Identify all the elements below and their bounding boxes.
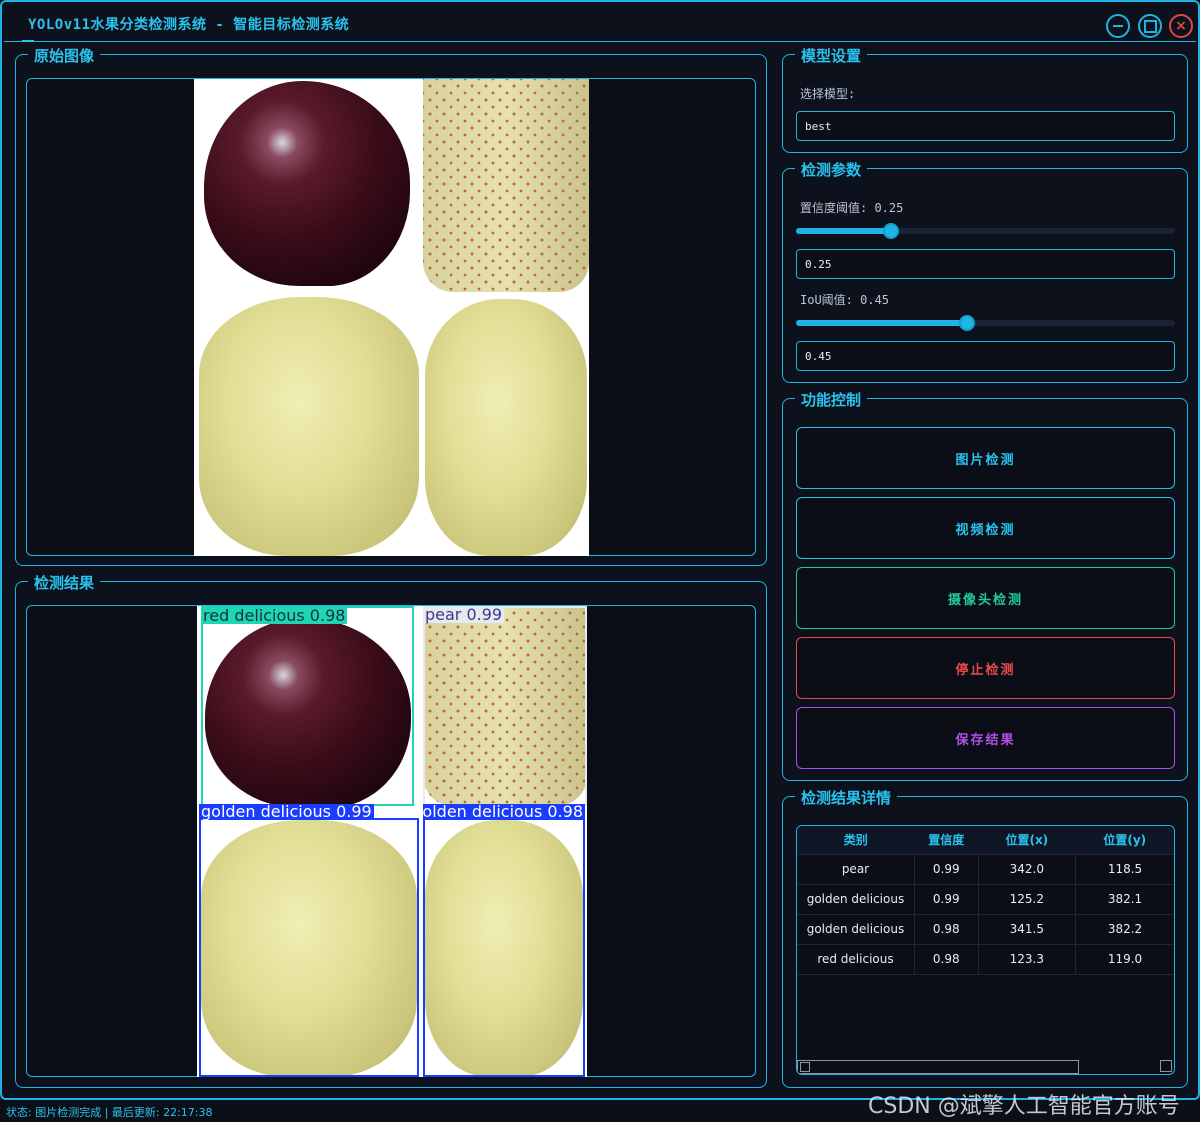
cell-confidence: 0.99 [914,884,979,915]
image-detect-button[interactable]: 图片检测 [796,427,1175,489]
detection-label-golden-2-text: golden delicious 0.98 [423,804,583,820]
detection-params-group: 检测参数 置信度阈值: 0.25 0.25 IoU阈值: 0.45 0.45 [782,159,1188,383]
table-row[interactable]: pear 0.99 342.0 118.5 [797,854,1174,885]
original-image [194,79,589,556]
table-row[interactable]: golden delicious 0.98 341.5 382.2 [797,914,1174,945]
save-result-button[interactable]: 保存结果 [796,707,1175,769]
confidence-input[interactable]: 0.25 [796,249,1175,279]
original-image-view [26,78,756,556]
confidence-slider-fill [796,228,891,234]
iou-input[interactable]: 0.45 [796,341,1175,371]
original-image-title: 原始图像 [28,45,101,66]
main-window: YOLOv11水果分类检测系统 - 智能目标检测系统 × 原始图像 检测结果 r… [0,0,1200,1100]
golden-apple-image-1 [199,297,419,556]
detection-params-title: 检测参数 [795,159,868,180]
stop-detect-button[interactable]: 停止检测 [796,637,1175,699]
maximize-button[interactable] [1138,14,1162,38]
minimize-button[interactable] [1106,14,1130,38]
result-image: red delicious 0.98 pear 0.99 golden deli… [197,606,587,1077]
detection-label-red-delicious: red delicious 0.98 [201,606,348,625]
cell-confidence: 0.98 [914,944,979,975]
title-accent [22,40,34,42]
function-control-title: 功能控制 [795,389,868,410]
confidence-slider[interactable] [796,223,1175,239]
function-control-group: 功能控制 图片检测 视频检测 摄像头检测 停止检测 保存结果 [782,389,1188,781]
watermark: CSDN @斌擎人工智能官方账号 [868,1094,1180,1119]
result-image-title: 检测结果 [28,572,101,593]
confidence-threshold-label: 置信度阈值: 0.25 [800,201,904,215]
cell-y: 118.5 [1075,854,1174,885]
detection-box-pear [423,606,587,806]
cell-x: 342.0 [978,854,1077,885]
detection-label-golden-2: golden delicious 0.98 [423,804,585,820]
original-image-group: 原始图像 [15,45,767,566]
result-image-view: red delicious 0.98 pear 0.99 golden deli… [26,605,756,1077]
scrollbar-handle[interactable] [800,1062,810,1072]
detection-box-red-delicious [201,606,414,806]
cell-x: 123.3 [978,944,1077,975]
detection-label-pear: pear 0.99 [423,606,505,624]
table-row[interactable]: golden delicious 0.99 125.2 382.1 [797,884,1174,915]
results-table: 类别 置信度 位置(x) 位置(y) pear 0.99 342.0 118.5… [797,826,1174,975]
result-image-group: 检测结果 red delicious 0.98 pear 0.99 golden… [15,572,767,1088]
cell-y: 119.0 [1075,944,1174,975]
camera-detect-button[interactable]: 摄像头检测 [796,567,1175,629]
detection-box-golden-1 [199,818,419,1077]
model-select[interactable]: best [796,111,1175,141]
detection-label-golden-1: golden delicious 0.99 [199,802,374,821]
cell-confidence: 0.99 [914,854,979,885]
table-header-row: 类别 置信度 位置(x) 位置(y) [797,826,1174,855]
column-header-class[interactable]: 类别 [797,826,915,855]
cell-x: 125.2 [978,884,1077,915]
confidence-slider-handle[interactable] [883,223,899,239]
column-header-y[interactable]: 位置(y) [1075,826,1174,855]
column-header-confidence[interactable]: 置信度 [914,826,979,855]
title-bar[interactable]: YOLOv11水果分类检测系统 - 智能目标检测系统 × [4,4,1196,42]
close-icon: × [1175,18,1187,34]
model-settings-title: 模型设置 [795,45,868,66]
cell-confidence: 0.98 [914,914,979,945]
iou-slider[interactable] [796,315,1175,331]
cell-y: 382.1 [1075,884,1174,915]
cell-x: 341.5 [978,914,1077,945]
scroll-corner [1160,1060,1172,1072]
select-model-label: 选择模型: [800,87,856,101]
cell-y: 382.2 [1075,914,1174,945]
iou-threshold-label: IoU阈值: 0.45 [800,293,890,307]
table-row[interactable]: red delicious 0.98 123.3 119.0 [797,944,1174,975]
pear-image [423,79,589,292]
detection-details-title: 检测结果详情 [795,787,898,808]
detection-box-golden-2 [423,818,585,1077]
cell-class: golden delicious [797,884,915,915]
cell-class: pear [797,854,915,885]
red-apple-image [204,81,410,286]
close-button[interactable]: × [1169,14,1193,38]
window-title: YOLOv11水果分类检测系统 - 智能目标检测系统 [28,17,350,33]
results-table-container[interactable]: 类别 置信度 位置(x) 位置(y) pear 0.99 342.0 118.5… [796,825,1175,1075]
cell-class: golden delicious [797,914,915,945]
horizontal-scrollbar[interactable] [797,1060,1079,1074]
cell-class: red delicious [797,944,915,975]
model-settings-group: 模型设置 选择模型: best [782,45,1188,153]
detection-details-group: 检测结果详情 类别 置信度 位置(x) 位置(y) pear 0.99 342.… [782,787,1188,1088]
iou-slider-handle[interactable] [959,315,975,331]
golden-apple-image-2 [425,299,587,556]
video-detect-button[interactable]: 视频检测 [796,497,1175,559]
iou-slider-fill [796,320,967,326]
column-header-x[interactable]: 位置(x) [978,826,1076,855]
